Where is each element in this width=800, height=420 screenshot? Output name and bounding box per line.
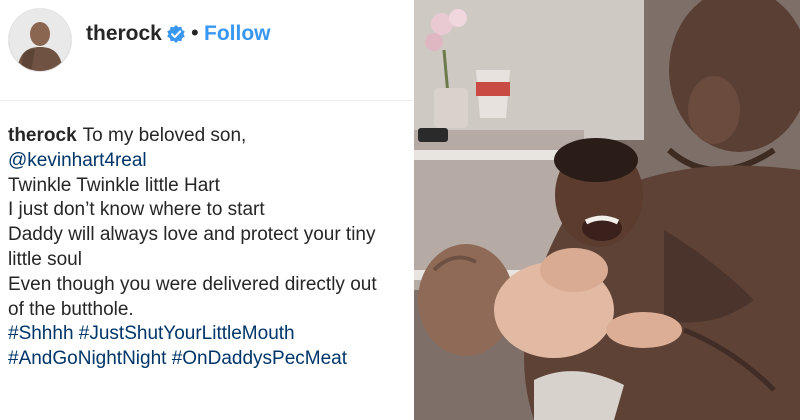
verified-badge-icon bbox=[167, 25, 185, 43]
caption-text: I just don’t know where to start bbox=[8, 199, 265, 221]
hashtag-links[interactable]: #AndGoNightNight #OnDaddysPecMeat bbox=[8, 347, 412, 372]
photo-illustration bbox=[414, 0, 800, 420]
post-header: therock • Follow bbox=[0, 0, 412, 100]
avatar[interactable] bbox=[8, 8, 72, 72]
caption-text: Even though you were delivered directly … bbox=[8, 273, 377, 295]
hashtag-links[interactable]: #Shhhh #JustShutYourLittleMouth bbox=[8, 322, 412, 347]
caption-line-1: therock To my beloved son, bbox=[8, 124, 412, 149]
separator-dot: • bbox=[191, 20, 199, 45]
caption-text: Twinkle Twinkle little Hart bbox=[8, 174, 220, 196]
username[interactable]: therock bbox=[86, 22, 162, 46]
caption-text: little soul bbox=[8, 248, 82, 270]
post-photo bbox=[414, 0, 800, 420]
screenshot: therock • Follow therock To my beloved so… bbox=[0, 0, 800, 420]
mention-link[interactable]: @kevinhart4real bbox=[8, 149, 412, 174]
post-caption: therock To my beloved son, @kevinhart4rea… bbox=[8, 124, 412, 372]
instagram-post-panel: therock • Follow therock To my beloved so… bbox=[0, 0, 412, 420]
caption-text: Daddy will always love and protect your … bbox=[8, 224, 376, 246]
follow-button[interactable]: Follow bbox=[204, 22, 271, 46]
caption-text: To my beloved son, bbox=[82, 125, 247, 146]
caption-text: of the butthole. bbox=[8, 298, 134, 320]
caption-author[interactable]: therock bbox=[8, 125, 77, 146]
divider bbox=[0, 100, 412, 101]
